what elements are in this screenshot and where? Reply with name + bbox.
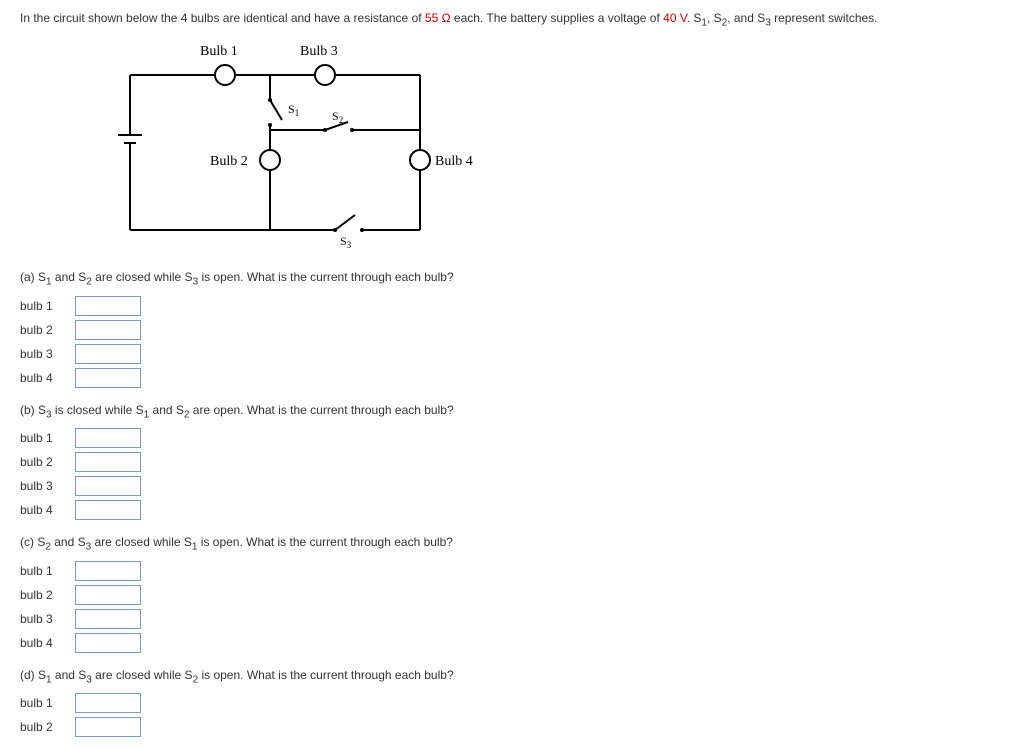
bulb1-input-b[interactable] [75, 428, 141, 448]
question-text: are closed while S [92, 668, 193, 682]
s2-label: S2 [332, 109, 343, 125]
question-text: and S [51, 535, 86, 549]
question-b: (b) S3 is closed while S1 and S2 are ope… [20, 403, 1004, 420]
bulb-label: bulb 4 [20, 636, 75, 650]
voltage-value: 40 V [663, 11, 687, 25]
bulb1-input-a[interactable] [75, 296, 141, 316]
intro-text: , and S [727, 11, 765, 25]
bulb-label: bulb 2 [20, 720, 75, 734]
bulb-label: bulb 3 [20, 347, 75, 361]
bulb-label: bulb 4 [20, 503, 75, 517]
bulb4-label: Bulb 4 [435, 154, 473, 169]
question-text: are closed while S [91, 535, 192, 549]
question-text: (c) S [20, 535, 45, 549]
bulb2-input-c[interactable] [75, 585, 141, 605]
intro-text: In the circuit shown below the 4 bulbs a… [20, 11, 425, 25]
intro-text: , S [707, 11, 722, 25]
s3-label: S3 [340, 234, 352, 250]
question-text: and S [52, 668, 87, 682]
bulb2-input-b[interactable] [75, 452, 141, 472]
question-text: is open. What is the current through eac… [198, 270, 454, 284]
bulb-label: bulb 2 [20, 455, 75, 469]
bulb-label: bulb 2 [20, 323, 75, 337]
question-text: is closed while S [52, 403, 144, 417]
question-text: is open. What is the current through eac… [197, 535, 453, 549]
question-text: are open. What is the current through ea… [189, 403, 453, 417]
bulb-label: bulb 1 [20, 696, 75, 710]
resistance-value: 55 Ω [425, 11, 451, 25]
bulb1-input-d[interactable] [75, 693, 141, 713]
bulb-label: bulb 1 [20, 564, 75, 578]
question-text: and S [52, 270, 87, 284]
question-text: (b) S [20, 403, 46, 417]
bulb4-input-b[interactable] [75, 500, 141, 520]
bulb3-input-c[interactable] [75, 609, 141, 629]
bulb4-input-c[interactable] [75, 633, 141, 653]
bulb2-input-d[interactable] [75, 717, 141, 737]
bulb3-label: Bulb 3 [300, 44, 338, 59]
circuit-diagram: Bulb 1 Bulb 3 Bulb 4 S1 Bulb 2 S2 [100, 40, 1004, 250]
bulb2-label: Bulb 2 [210, 154, 248, 169]
bulb-label: bulb 1 [20, 431, 75, 445]
s1-label: S1 [288, 102, 299, 118]
intro-text: . S [687, 11, 702, 25]
bulb1-label: Bulb 1 [200, 44, 238, 59]
bulb2-input-a[interactable] [75, 320, 141, 340]
problem-intro: In the circuit shown below the 4 bulbs a… [20, 10, 1004, 30]
bulb-label: bulb 2 [20, 588, 75, 602]
bulb3-input-a[interactable] [75, 344, 141, 364]
intro-text: each. The battery supplies a voltage of [451, 11, 664, 25]
question-text: are closed while S [92, 270, 193, 284]
bulb-label: bulb 3 [20, 612, 75, 626]
bulb-label: bulb 1 [20, 299, 75, 313]
question-text: (d) S [20, 668, 46, 682]
question-c: (c) S2 and S3 are closed while S1 is ope… [20, 535, 1004, 552]
bulb4-input-a[interactable] [75, 368, 141, 388]
question-text: is open. What is the current through eac… [198, 668, 454, 682]
question-a: (a) S1 and S2 are closed while S3 is ope… [20, 270, 1004, 287]
bulb1-input-c[interactable] [75, 561, 141, 581]
bulb-label: bulb 4 [20, 371, 75, 385]
question-text: (a) S [20, 270, 46, 284]
bulb3-input-b[interactable] [75, 476, 141, 496]
question-d: (d) S1 and S3 are closed while S2 is ope… [20, 668, 1004, 685]
question-text: and S [149, 403, 184, 417]
bulb-label: bulb 3 [20, 479, 75, 493]
intro-text: represent switches. [771, 11, 878, 25]
